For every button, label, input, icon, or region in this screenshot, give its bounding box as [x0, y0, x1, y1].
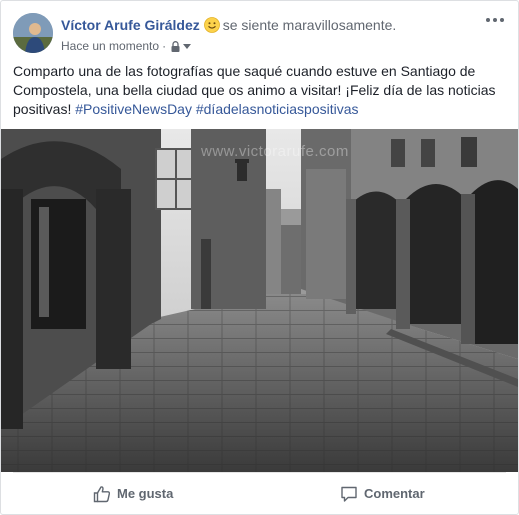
post-meta: Hace un momento · [61, 37, 192, 56]
hashtag-diadelasnoticiaspositivas[interactable]: #díadelasnoticiaspositivas [196, 101, 359, 117]
timestamp[interactable]: Hace un momento [61, 39, 159, 53]
post-header: Víctor Arufe Giráldez se siente maravillo… [13, 13, 506, 55]
post-card: Víctor Arufe Giráldez se siente maravillo… [0, 0, 519, 515]
lock-icon[interactable] [171, 40, 180, 56]
comment-icon [341, 486, 357, 502]
author-line: Víctor Arufe Giráldez se siente maravillo… [61, 16, 396, 34]
author-name[interactable]: Víctor Arufe Giráldez [61, 17, 200, 33]
comment-label: Comentar [364, 486, 425, 501]
feeling-text: se siente maravillosamente. [222, 17, 397, 33]
like-label: Me gusta [117, 486, 174, 501]
privacy-dropdown-icon[interactable] [183, 37, 192, 53]
post-photo[interactable]: www.victorarufe.com [1, 129, 518, 472]
meta-separator: · [162, 39, 167, 53]
avatar[interactable] [13, 13, 53, 53]
more-options-button[interactable] [484, 15, 506, 31]
thumbs-up-icon [93, 486, 111, 503]
smiling-face-icon [203, 17, 220, 33]
comment-button[interactable]: Comentar [340, 473, 425, 514]
post-text: Comparto una de las fotografías que saqu… [13, 62, 503, 119]
photo-watermark: www.victorarufe.com [201, 143, 349, 160]
like-button[interactable]: Me gusta [93, 473, 174, 514]
action-bar: Me gusta Comentar [13, 472, 506, 514]
hashtag-positivenewsday[interactable]: #PositiveNewsDay [75, 101, 192, 117]
